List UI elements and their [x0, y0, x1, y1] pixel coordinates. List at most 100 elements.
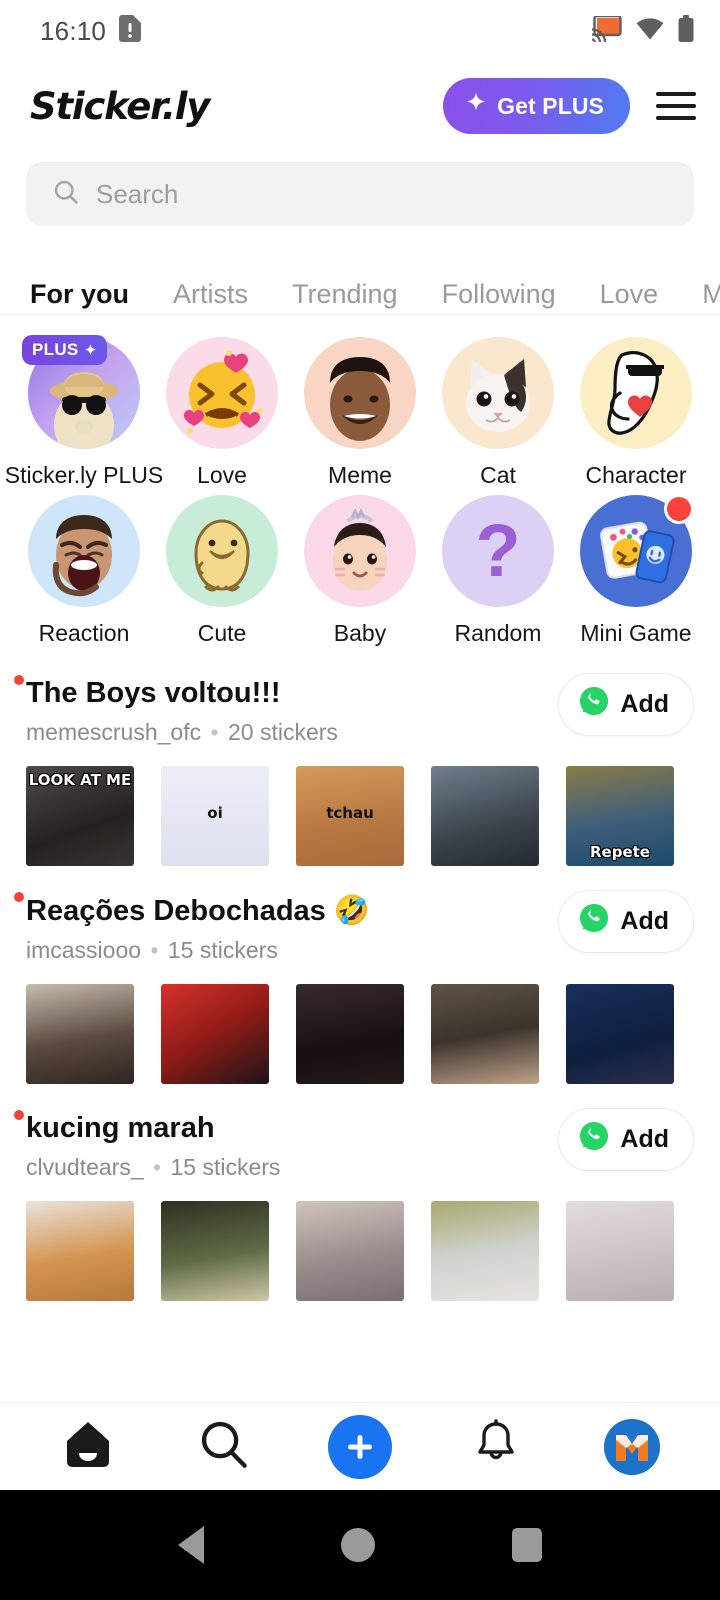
- status-bar-clock: 16:10: [40, 15, 107, 46]
- sticker-thumbnail[interactable]: tchau: [296, 766, 404, 866]
- sticker-thumbnail[interactable]: [296, 1201, 404, 1301]
- category-label: Random: [454, 620, 542, 646]
- sticker-thumbnail-row: [26, 1201, 694, 1301]
- category-mini-game[interactable]: Mini Game: [574, 494, 698, 647]
- pack-info: kucing marah clvudtears_ • 15 stickers: [14, 1108, 280, 1181]
- category-label: Love: [197, 462, 247, 488]
- triangle-back-icon[interactable]: [178, 1526, 205, 1564]
- sticker-thumbnail[interactable]: [26, 1201, 134, 1301]
- sticker-pack[interactable]: Reações Debochadas 🤣 imcassiooo • 15 sti…: [0, 890, 720, 1084]
- sticker-thumbnail[interactable]: Repete: [566, 766, 674, 866]
- category-cute[interactable]: Cute: [160, 495, 284, 647]
- add-button-label: Add: [620, 907, 669, 935]
- category-thumbnail[interactable]: [166, 495, 278, 607]
- tab-trending[interactable]: Trending: [292, 279, 398, 314]
- sticker-thumbnail[interactable]: LOOK AT ME: [26, 766, 134, 866]
- tab-mem[interactable]: Mem: [702, 279, 720, 314]
- category-character[interactable]: Character: [574, 337, 698, 489]
- category-thumbnail[interactable]: [166, 337, 278, 449]
- circle-home-icon[interactable]: [340, 1528, 375, 1562]
- bottom-navigation: [0, 1402, 720, 1490]
- category-cat[interactable]: Cat: [436, 337, 560, 489]
- pack-author[interactable]: memescrush_ofc: [26, 719, 201, 745]
- baby-face-icon: [304, 495, 416, 607]
- category-tabs: For you Artists Trending Following Love Mem: [0, 252, 720, 315]
- pack-title: The Boys voltou!!!: [14, 675, 338, 710]
- category-thumbnail[interactable]: [580, 494, 694, 607]
- status-bar: 16:10: [0, 0, 720, 62]
- hamburger-menu-icon[interactable]: [656, 92, 696, 120]
- category-thumbnail[interactable]: [304, 337, 416, 449]
- notification-badge: [664, 494, 694, 524]
- meta-separator: •: [153, 1154, 162, 1180]
- sticker-thumbnail[interactable]: [161, 984, 269, 1084]
- nav-profile[interactable]: [587, 1412, 677, 1482]
- whatsapp-icon: [579, 903, 609, 940]
- category-thumbnail[interactable]: [442, 337, 554, 449]
- battery-icon: [678, 15, 694, 47]
- category-sticker-ly-plus[interactable]: PLUS Sticker.ly PLUS: [5, 335, 163, 489]
- smiling-man-meme-icon: [304, 337, 416, 449]
- plus-icon[interactable]: [328, 1414, 392, 1479]
- category-thumbnail[interactable]: [28, 495, 140, 607]
- sticker-pack[interactable]: The Boys voltou!!! memescrush_ofc • 20 s…: [0, 673, 720, 866]
- search-input[interactable]: Search: [26, 162, 694, 226]
- pack-header: The Boys voltou!!! memescrush_ofc • 20 s…: [14, 673, 694, 746]
- category-thumbnail[interactable]: PLUS: [22, 335, 140, 449]
- category-thumbnail[interactable]: ?: [442, 495, 554, 607]
- category-reaction[interactable]: Reaction: [22, 495, 146, 647]
- tabs-list: For you Artists Trending Following Love Mem: [0, 252, 720, 314]
- pack-author[interactable]: imcassiooo: [26, 937, 141, 963]
- sticker-caption: tchau: [326, 804, 374, 822]
- category-baby[interactable]: Baby: [298, 495, 422, 647]
- sticker-thumbnail[interactable]: [566, 984, 674, 1084]
- sticker-thumbnail[interactable]: [26, 984, 134, 1084]
- category-label: Sticker.ly PLUS: [4, 462, 164, 488]
- app-logo[interactable]: Sticker.ly: [30, 85, 210, 128]
- new-indicator-dot: [14, 675, 24, 685]
- pack-sticker-count: 15 stickers: [167, 937, 278, 963]
- get-plus-button[interactable]: Get PLUS: [443, 78, 630, 134]
- pack-info: Reações Debochadas 🤣 imcassiooo • 15 sti…: [14, 890, 370, 964]
- sticker-thumbnail[interactable]: [431, 766, 539, 866]
- wifi-icon: [636, 17, 664, 45]
- nav-home[interactable]: [43, 1412, 133, 1482]
- nav-notifications[interactable]: [451, 1412, 541, 1482]
- sim-alert-icon: [119, 15, 142, 47]
- add-pack-button[interactable]: Add: [558, 1108, 694, 1171]
- sticker-thumbnail[interactable]: [566, 1201, 674, 1301]
- sticker-thumbnail[interactable]: oi: [161, 766, 269, 866]
- pack-title-text: kucing marah: [26, 1112, 215, 1144]
- category-thumbnail[interactable]: [580, 337, 692, 449]
- add-pack-button[interactable]: Add: [558, 673, 694, 736]
- tab-for-you[interactable]: For you: [30, 279, 129, 314]
- nav-create[interactable]: [315, 1412, 405, 1482]
- status-bar-right: [591, 14, 694, 47]
- sticker-pack[interactable]: kucing marah clvudtears_ • 15 stickers A…: [0, 1108, 720, 1301]
- sticker-thumbnail[interactable]: [296, 984, 404, 1084]
- sticker-thumbnail[interactable]: [431, 1201, 539, 1301]
- category-row: Reaction Cute Baby ? Random Mini Game: [22, 494, 698, 647]
- nav-search[interactable]: [179, 1412, 269, 1482]
- tab-artists[interactable]: Artists: [173, 279, 248, 314]
- category-label: Cat: [480, 462, 516, 488]
- sticker-thumbnail[interactable]: [161, 1201, 269, 1301]
- pack-header: kucing marah clvudtears_ • 15 stickers A…: [14, 1108, 694, 1181]
- pack-header: Reações Debochadas 🤣 imcassiooo • 15 sti…: [14, 890, 694, 964]
- search-icon: [52, 178, 80, 211]
- pack-author[interactable]: clvudtears_: [26, 1154, 144, 1180]
- tab-love[interactable]: Love: [600, 279, 659, 314]
- category-thumbnail[interactable]: [304, 495, 416, 607]
- tab-following[interactable]: Following: [442, 279, 556, 314]
- pack-info: The Boys voltou!!! memescrush_ofc • 20 s…: [14, 673, 338, 746]
- pack-title: kucing marah: [14, 1110, 280, 1145]
- sticker-thumbnail[interactable]: [431, 984, 539, 1084]
- whatsapp-icon: [579, 1121, 609, 1158]
- add-pack-button[interactable]: Add: [558, 890, 694, 953]
- bell-icon: [471, 1418, 521, 1475]
- category-love[interactable]: Love: [160, 337, 284, 489]
- category-meme[interactable]: Meme: [298, 337, 422, 489]
- square-recents-icon[interactable]: [511, 1528, 542, 1562]
- home-icon: [61, 1417, 115, 1476]
- category-random[interactable]: ? Random: [436, 495, 560, 647]
